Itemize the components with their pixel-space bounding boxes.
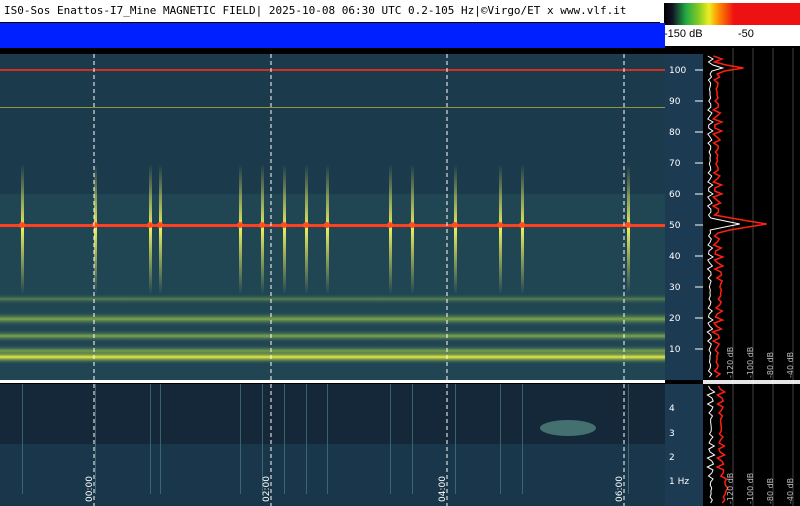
freq-label: 60 xyxy=(669,190,681,200)
spectral-spike xyxy=(261,164,264,294)
spectral-spike xyxy=(500,384,501,494)
spectral-spike xyxy=(455,384,456,494)
freq-label: 70 xyxy=(669,159,681,169)
spike-hotspot xyxy=(625,222,631,228)
spike-hotspot xyxy=(324,222,330,228)
freq-label: 1 Hz xyxy=(669,477,689,487)
profile-scale-label: -40 dB xyxy=(786,352,795,378)
freq-label: 40 xyxy=(669,252,681,262)
profile-scale-label: -120 dB xyxy=(726,347,735,378)
band-line xyxy=(0,294,665,304)
profile-scale-label: -80 dB xyxy=(766,352,775,378)
freq-label: 4 xyxy=(669,404,675,414)
colorbar-red-segment xyxy=(760,3,800,25)
activity-band xyxy=(0,23,665,48)
panel-divider xyxy=(0,380,665,383)
vlf-spectrogram-view: IS0-Sos Enattos-I7_Mine MAGNETIC FIELD| … xyxy=(0,0,800,506)
line-100hz xyxy=(0,69,665,71)
colorbar-min-label: -150 dB xyxy=(664,28,703,40)
spectral-spike xyxy=(454,164,457,294)
spectral-spike xyxy=(628,384,629,494)
band-line xyxy=(0,330,665,342)
frequency-axis-bottom: 4 3 2 1 Hz xyxy=(665,384,703,506)
profile-scale-label: -120 dB xyxy=(726,473,735,504)
freq-label: 20 xyxy=(669,314,681,324)
colorbar-gradient xyxy=(664,3,764,25)
spectrogram-main xyxy=(0,54,665,380)
spike-hotspot xyxy=(147,222,153,228)
spike-hotspot xyxy=(519,222,525,228)
spectral-spike xyxy=(159,164,162,294)
spectral-spike xyxy=(326,164,329,294)
spectral-spike xyxy=(499,164,502,294)
spectral-spike xyxy=(390,384,391,494)
spectral-spike xyxy=(95,384,96,494)
title-bar: IS0-Sos Enattos-I7_Mine MAGNETIC FIELD| … xyxy=(0,0,665,23)
freq-label: 2 xyxy=(669,453,675,463)
time-label: 00:00 xyxy=(85,476,95,502)
spectrogram-low: 00:00 02:00 04:00 06:00 xyxy=(0,384,665,506)
spike-hotspot xyxy=(387,222,393,228)
spectral-spike xyxy=(239,164,242,294)
colorbar-max-label: -50 xyxy=(738,28,754,40)
freq-label: 80 xyxy=(669,128,681,138)
spike-hotspot xyxy=(497,222,503,228)
freq-label: 30 xyxy=(669,283,681,293)
spike-hotspot xyxy=(92,222,98,228)
spectral-spike xyxy=(160,384,161,494)
frequency-axis-top: 100 90 80 70 60 50 40 30 20 10 xyxy=(665,54,703,380)
spike-hotspot xyxy=(19,222,25,228)
page-title: IS0-Sos Enattos-I7_Mine MAGNETIC FIELD| … xyxy=(4,4,627,17)
power-profile: -120 dB -100 dB -80 dB -40 dB -120 dB -1… xyxy=(703,48,800,506)
spike-hotspot xyxy=(303,222,309,228)
line-87hz xyxy=(0,107,665,108)
time-label: 04:00 xyxy=(438,476,448,502)
spectral-spike xyxy=(305,164,308,294)
spectral-spike xyxy=(240,384,241,494)
freq-label: 3 xyxy=(669,429,675,439)
spectral-spike xyxy=(306,384,307,494)
spectral-spike xyxy=(150,384,151,494)
time-label: 02:00 xyxy=(262,476,272,502)
spike-hotspot xyxy=(259,222,265,228)
freq-label: 10 xyxy=(669,345,681,355)
spike-hotspot xyxy=(157,222,163,228)
spectral-spike xyxy=(21,164,24,294)
colorbar-legend: -150 dB -50 xyxy=(660,0,800,46)
spectral-spike xyxy=(149,164,152,294)
freq-label: 50 xyxy=(669,221,681,231)
profile-scale-label: -100 dB xyxy=(746,347,755,378)
profile-scale-label: -40 dB xyxy=(786,478,795,504)
spectral-spike xyxy=(412,384,413,494)
profile-scale-label: -80 dB xyxy=(766,478,775,504)
spectral-spike xyxy=(283,164,286,294)
time-label: 06:00 xyxy=(615,476,625,502)
spectral-spike xyxy=(327,384,328,494)
profile-scale-label: -100 dB xyxy=(746,473,755,504)
line-50hz xyxy=(0,224,665,227)
spectral-spike xyxy=(522,384,523,494)
band-line xyxy=(0,350,665,364)
spectral-spike xyxy=(411,164,414,294)
freq-label: 90 xyxy=(669,97,681,107)
spectral-spike xyxy=(627,164,630,294)
spike-hotspot xyxy=(409,222,415,228)
spike-hotspot xyxy=(237,222,243,228)
spectral-spike xyxy=(389,164,392,294)
band-line xyxy=(0,312,665,326)
spike-hotspot xyxy=(452,222,458,228)
spectral-spike xyxy=(284,384,285,494)
spike-hotspot xyxy=(281,222,287,228)
spectral-spike xyxy=(521,164,524,294)
spectral-spike xyxy=(22,384,23,494)
freq-label: 100 xyxy=(669,66,686,76)
